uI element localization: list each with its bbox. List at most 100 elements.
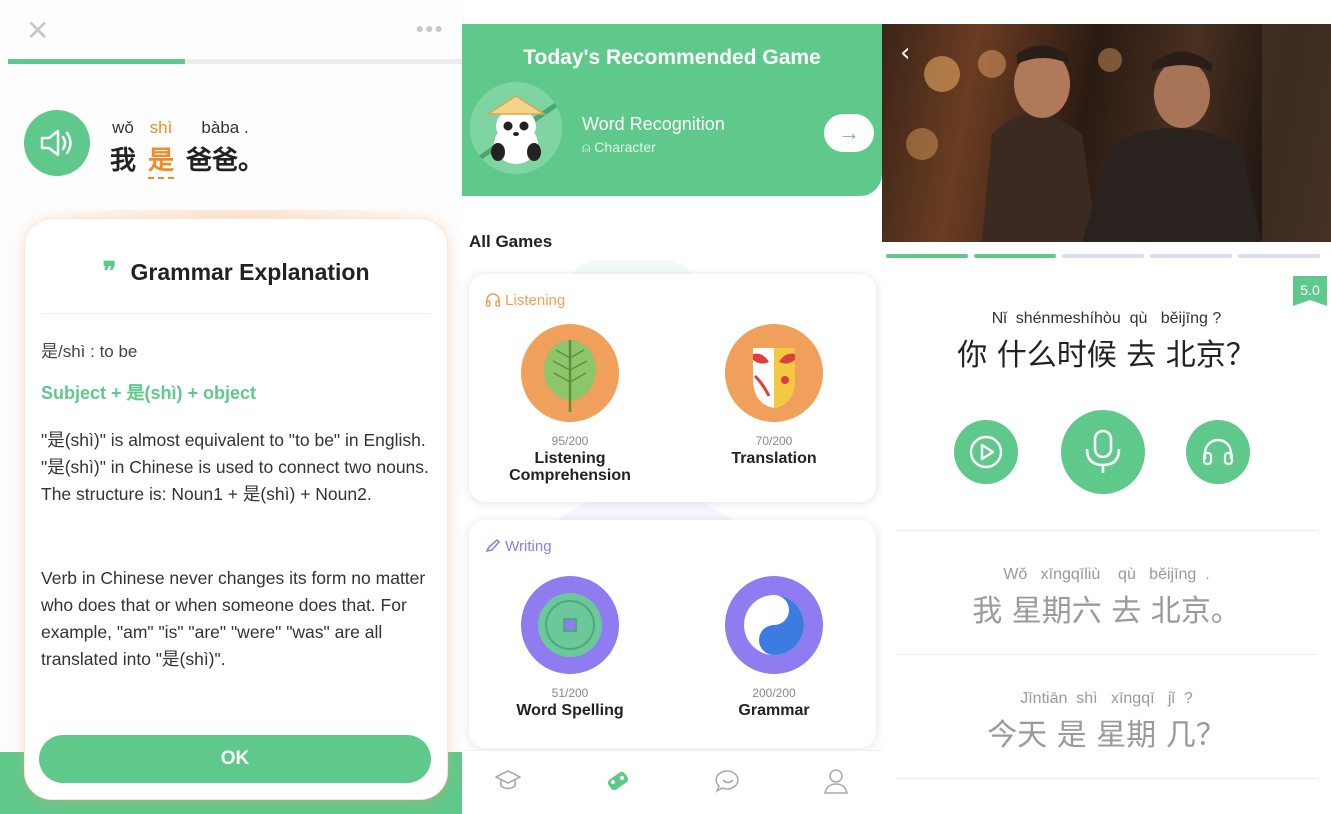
pencil-icon: [485, 538, 505, 555]
progress-segment: [1150, 254, 1232, 258]
divider: [896, 654, 1317, 655]
bottom-tab-bar: [462, 750, 882, 814]
video-still[interactable]: ‹: [882, 24, 1331, 242]
graduation-cap-icon: [495, 770, 521, 790]
go-arrow-button[interactable]: →: [824, 114, 874, 152]
answer-hanzi: 今天 是 星期 几？: [987, 718, 1226, 753]
clip-progress-segments: [886, 254, 1331, 258]
prompt-hanzi: 你 什么时候 去 北京？: [957, 338, 1256, 373]
game-progress-count: 95/200: [551, 434, 589, 448]
speaking-screen: ‹ 5.0 Nǐ shénmeshíhòu qù běijīng ? 你 什么时…: [882, 0, 1331, 814]
yin-yang-icon: [725, 576, 823, 674]
game-listening-comprehension[interactable]: 95/200 Listening Comprehension: [485, 324, 655, 484]
word-pinyin: bàba .: [201, 118, 249, 137]
profile-icon: [824, 769, 848, 794]
top-bar: ✕ ●●●: [0, 0, 462, 60]
play-button[interactable]: [954, 420, 1018, 484]
chat-icon: [715, 770, 739, 793]
game-grammar[interactable]: 200/200 Grammar: [689, 576, 859, 719]
tab-games[interactable]: [602, 765, 634, 797]
sentence-word[interactable]: wǒ 我: [110, 118, 136, 177]
word-hanzi: 我: [110, 146, 137, 176]
sentence-word-highlighted[interactable]: shì 是: [148, 118, 175, 179]
record-button[interactable]: [1061, 410, 1145, 494]
section-label: Listening: [505, 292, 566, 309]
answer-option-1[interactable]: Wǒ xīngqīliù qù běijīng . 我 星期六 去 北京。: [882, 566, 1331, 630]
game-translation[interactable]: 70/200 Translation: [689, 324, 859, 467]
divider: [896, 530, 1317, 531]
recommended-category-text: Character: [594, 139, 656, 155]
listen-recording-button[interactable]: [1186, 420, 1250, 484]
answer-option-2[interactable]: Jīntiān shì xīngqī jǐ ? 今天 是 星期 几？: [882, 690, 1331, 754]
all-games-heading: All Games: [469, 232, 553, 251]
game-name: Listening Comprehension: [509, 450, 631, 484]
movie-scene-image: [906, 24, 1331, 242]
lesson-progress-bar: [8, 59, 462, 64]
section-header: Writing: [485, 538, 552, 555]
game-name: Grammar: [738, 702, 810, 719]
word-pinyin: wǒ: [112, 118, 134, 137]
lesson-progress-fill: [8, 59, 186, 64]
answer-hanzi: 我 星期六 去 北京。: [972, 594, 1241, 629]
grammar-screen: ✕ ●●● wǒ 我 shì 是 bàba . 爸爸。 ❞ Grammar Exp…: [0, 0, 462, 814]
prompt-sentence: Nǐ shénmeshíhòu qù běijīng ? 你 什么时候 去 北京…: [882, 310, 1331, 374]
panda-mascot-icon: [470, 82, 562, 174]
divider: [41, 313, 431, 314]
sentence-word[interactable]: bàba . 爸爸。: [186, 118, 264, 177]
play-icon: [969, 435, 1003, 469]
headphones-icon: [485, 292, 505, 309]
writing-section-card: Writing 51/200 Word Spelling 200/200 Gra…: [469, 520, 876, 748]
close-icon[interactable]: ✕: [26, 14, 49, 47]
coin-icon: [521, 576, 619, 674]
game-word-spelling[interactable]: 51/200 Word Spelling: [485, 576, 655, 719]
word-hanzi: 爸爸。: [186, 146, 265, 176]
ok-button[interactable]: OK: [39, 735, 431, 783]
game-name: Word Spelling: [516, 702, 624, 719]
speaker-icon: [40, 129, 72, 157]
tab-learn[interactable]: [492, 765, 524, 797]
divider: [896, 778, 1317, 779]
character-icon: ⍝: [582, 139, 595, 155]
tab-profile[interactable]: [820, 765, 852, 797]
grammar-definition: 是/shì : to be: [41, 342, 138, 361]
grammar-explanation-card: ❞ Grammar Explanation 是/shì : to be Subje…: [24, 218, 448, 800]
progress-segment: [886, 254, 968, 258]
explanation-paragraph-2: Verb in Chinese never changes its form n…: [41, 568, 426, 669]
answer-pinyin: Jīntiān shì xīngqī jǐ ?: [1020, 690, 1193, 707]
progress-segment: [1238, 254, 1320, 258]
card-title: ❞ Grammar Explanation: [25, 257, 447, 287]
games-icon: [607, 771, 629, 791]
word-pinyin: shì: [149, 118, 173, 137]
play-audio-button[interactable]: [24, 110, 90, 176]
microphone-icon: [1085, 429, 1121, 473]
card-title-text: Grammar Explanation: [130, 259, 370, 285]
more-icon[interactable]: ●●●: [416, 20, 444, 36]
leaf-icon: [521, 324, 619, 422]
game-progress-count: 70/200: [755, 434, 793, 448]
prompt-pinyin: Nǐ shénmeshíhòu qù běijīng ?: [991, 310, 1222, 327]
example-sentence: wǒ 我 shì 是 bàba . 爸爸。: [110, 118, 276, 179]
chevron-left-icon[interactable]: ‹: [900, 38, 910, 68]
games-screen: Today's Recommended Game Word Recognitio…: [462, 0, 882, 814]
headphones-icon: [1202, 438, 1234, 466]
progress-segment: [1062, 254, 1144, 258]
opera-mask-icon: [725, 324, 823, 422]
recommended-game-banner[interactable]: Today's Recommended Game Word Recognitio…: [462, 24, 882, 196]
section-header: Listening: [485, 292, 565, 309]
section-label: Writing: [505, 538, 552, 555]
progress-segment: [974, 254, 1056, 258]
word-hanzi: 是: [148, 140, 175, 179]
listening-section-card: Listening 95/200 Listening Comprehension: [469, 274, 876, 502]
quote-icon: ❞: [102, 257, 117, 287]
recommended-game-category: ⍝ Character: [582, 139, 656, 156]
grammar-formula: Subject + 是(shì) + object: [41, 383, 257, 403]
recommended-game-name: Word Recognition: [582, 114, 725, 134]
explanation-paragraph-1: "是(shì)" is almost equivalent to "to be"…: [41, 430, 429, 504]
tab-chat[interactable]: [712, 765, 744, 797]
game-progress-count: 200/200: [752, 686, 796, 700]
score-badge: 5.0: [1293, 276, 1327, 306]
recommended-title: Today's Recommended Game: [523, 46, 821, 69]
game-progress-count: 51/200: [551, 686, 589, 700]
answer-pinyin: Wǒ xīngqīliù qù běijīng .: [1003, 566, 1210, 583]
game-name: Translation: [731, 450, 817, 467]
